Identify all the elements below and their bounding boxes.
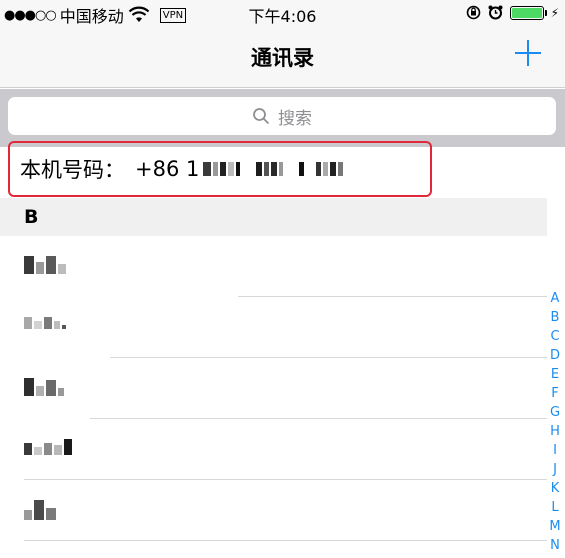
pixelated-name [24, 256, 66, 274]
status-right: ⚡ [466, 5, 559, 20]
index-letter-f[interactable]: F [551, 384, 558, 403]
status-bar: ●●●○○ 中国移动 VPN 下午4:06 ⚡ [0, 0, 565, 28]
battery-tip [544, 9, 547, 16]
contact-row[interactable] [0, 358, 547, 419]
index-letter-n[interactable]: N [550, 536, 560, 555]
index-letter-c[interactable]: C [550, 327, 559, 346]
alphabet-index[interactable]: ABCDEFGHIJKLMN [548, 289, 562, 555]
index-letter-i[interactable]: I [553, 441, 557, 460]
contact-list [0, 236, 547, 541]
search-icon [253, 108, 269, 124]
index-letter-a[interactable]: A [551, 289, 560, 308]
index-letter-k[interactable]: K [551, 479, 560, 498]
search-input[interactable]: 搜索 [8, 97, 556, 135]
battery-fill [511, 7, 542, 18]
index-letter-g[interactable]: G [550, 403, 560, 422]
index-letter-h[interactable]: H [550, 422, 560, 441]
search-placeholder: 搜索 [278, 108, 312, 129]
pixelated-name [24, 439, 72, 455]
pixelated-name [24, 500, 56, 520]
search-area: 搜索 [0, 89, 565, 147]
charging-icon: ⚡ [550, 5, 559, 20]
page-title: 通讯录 [251, 46, 314, 70]
contact-row[interactable] [0, 419, 547, 480]
index-letter-l[interactable]: L [551, 498, 558, 517]
row-separator [24, 540, 547, 541]
section-header-b: B [0, 198, 547, 236]
pixelated-number [203, 162, 344, 176]
nav-bar: 通讯录 [0, 28, 565, 88]
index-letter-m[interactable]: M [549, 517, 560, 536]
pixelated-name [24, 317, 66, 329]
own-number-label: 本机号码： [20, 158, 125, 182]
alarm-icon [488, 5, 503, 20]
contact-row[interactable] [0, 297, 547, 358]
index-letter-b[interactable]: B [551, 308, 560, 327]
contact-row[interactable] [0, 480, 547, 541]
orientation-lock-icon [466, 5, 480, 20]
contact-row[interactable] [0, 236, 547, 297]
own-number-prefix: +86 1 [135, 157, 200, 181]
own-number-row[interactable]: 本机号码： +86 1 [8, 141, 432, 197]
plus-icon[interactable] [513, 38, 543, 68]
index-letter-d[interactable]: D [550, 346, 560, 365]
index-letter-j[interactable]: J [553, 460, 557, 479]
index-letter-e[interactable]: E [551, 365, 559, 384]
battery-icon [509, 5, 547, 20]
own-number-value: +86 1 [135, 157, 344, 181]
pixelated-name [24, 378, 64, 396]
